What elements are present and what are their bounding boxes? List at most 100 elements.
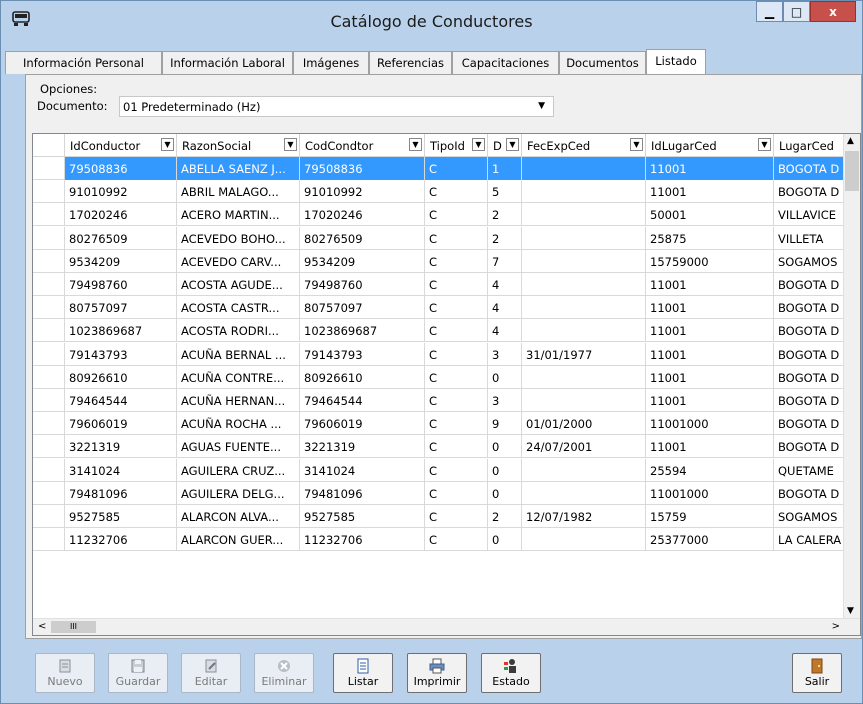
column-header[interactable]: IdLugarCed ▼: [646, 134, 774, 157]
table-cell[interactable]: 9527585: [300, 505, 425, 528]
filter-dropdown-icon[interactable]: ▼: [409, 138, 422, 151]
table-cell[interactable]: C: [425, 505, 488, 528]
row-header[interactable]: [33, 296, 65, 320]
table-cell[interactable]: ACOSTA CASTR...: [177, 296, 300, 320]
table-cell[interactable]: 9534209: [300, 249, 425, 273]
table-cell[interactable]: [522, 319, 646, 343]
table-cell[interactable]: 79606019: [65, 412, 177, 436]
table-cell[interactable]: 11001: [646, 435, 774, 459]
row-header[interactable]: [33, 412, 65, 436]
horizontal-scrollbar[interactable]: < III >: [33, 618, 860, 635]
table-cell[interactable]: 11001000: [646, 481, 774, 505]
table-row[interactable]: 79498760 ACOSTA AGUDE... 79498760 C 4 11001 BO…: [33, 273, 860, 296]
table-cell[interactable]: ACOSTA RODRI...: [177, 319, 300, 343]
table-cell[interactable]: ACUÑA HERNAN...: [177, 389, 300, 412]
table-cell[interactable]: 79481096: [65, 481, 177, 505]
table-cell[interactable]: 17020246: [65, 203, 177, 227]
table-cell[interactable]: 79498760: [65, 273, 177, 296]
table-cell[interactable]: 4: [488, 296, 522, 320]
table-cell[interactable]: 80757097: [65, 296, 177, 320]
row-header[interactable]: [33, 249, 65, 273]
table-cell[interactable]: 79481096: [300, 481, 425, 505]
table-cell[interactable]: 79464544: [300, 389, 425, 412]
table-cell[interactable]: [522, 296, 646, 320]
table-cell[interactable]: 80276509: [65, 226, 177, 250]
table-cell[interactable]: 91010992: [65, 180, 177, 204]
table-cell[interactable]: 25875: [646, 226, 774, 250]
tab-imagenes[interactable]: Imágenes: [293, 51, 369, 74]
table-cell[interactable]: 3221319: [300, 435, 425, 459]
row-header[interactable]: [33, 157, 65, 180]
table-cell[interactable]: 31/01/1977: [522, 342, 646, 366]
table-cell[interactable]: 01/01/2000: [522, 412, 646, 436]
table-cell[interactable]: 24/07/2001: [522, 435, 646, 459]
table-cell[interactable]: 15759: [646, 505, 774, 528]
table-cell[interactable]: C: [425, 203, 488, 227]
table-cell[interactable]: ACUÑA BERNAL ...: [177, 342, 300, 366]
row-header[interactable]: [33, 365, 65, 389]
table-cell[interactable]: C: [425, 528, 488, 552]
table-cell[interactable]: C: [425, 273, 488, 296]
table-cell[interactable]: ACEVEDO BOHO...: [177, 226, 300, 250]
row-header[interactable]: [33, 528, 65, 552]
table-cell[interactable]: C: [425, 342, 488, 366]
table-cell[interactable]: 11232706: [65, 528, 177, 552]
table-cell[interactable]: C: [425, 296, 488, 320]
close-button[interactable]: x: [810, 1, 856, 22]
row-header[interactable]: [33, 180, 65, 204]
table-cell[interactable]: 79508836: [300, 157, 425, 180]
table-cell[interactable]: 1023869687: [65, 319, 177, 343]
table-row[interactable]: 79464544 ACUÑA HERNAN... 79464544 C 3 11001 BO…: [33, 389, 860, 412]
table-cell[interactable]: C: [425, 365, 488, 389]
table-cell[interactable]: 2: [488, 226, 522, 250]
horizontal-scroll-thumb[interactable]: III: [51, 621, 96, 633]
table-cell[interactable]: [522, 273, 646, 296]
column-header[interactable]: RazonSocial ▼: [177, 134, 300, 157]
filter-dropdown-icon[interactable]: ▼: [284, 138, 297, 151]
table-cell[interactable]: ACERO MARTIN...: [177, 203, 300, 227]
tab-informacion-personal[interactable]: Información Personal: [5, 51, 162, 74]
table-cell[interactable]: ABRIL MALAGO...: [177, 180, 300, 204]
scroll-right-icon[interactable]: >: [832, 621, 840, 632]
table-row[interactable]: 9527585 ALARCON ALVA... 9527585 C 2 12/07/198…: [33, 505, 860, 528]
table-cell[interactable]: 11001: [646, 157, 774, 180]
table-cell[interactable]: [522, 481, 646, 505]
edit-button[interactable]: Editar: [181, 653, 241, 693]
table-cell[interactable]: 4: [488, 273, 522, 296]
table-cell[interactable]: 1023869687: [300, 319, 425, 343]
table-cell[interactable]: 3: [488, 342, 522, 366]
table-cell[interactable]: [522, 389, 646, 412]
table-cell[interactable]: ALARCON GUER...: [177, 528, 300, 552]
table-cell[interactable]: [522, 365, 646, 389]
table-row[interactable]: 3141024 AGUILERA CRUZ... 3141024 C 0 25594 QUE…: [33, 458, 860, 482]
status-button[interactable]: Estado: [481, 653, 541, 693]
table-cell[interactable]: 80926610: [300, 365, 425, 389]
tab-capacitaciones[interactable]: Capacitaciones: [452, 51, 559, 74]
table-cell[interactable]: [522, 226, 646, 250]
scroll-up-icon[interactable]: ▲: [847, 136, 854, 146]
table-cell[interactable]: 0: [488, 528, 522, 552]
table-row[interactable]: 79143793 ACUÑA BERNAL ... 79143793 C 3 31/01/…: [33, 342, 860, 366]
table-cell[interactable]: 80926610: [65, 365, 177, 389]
table-cell[interactable]: C: [425, 389, 488, 412]
table-cell[interactable]: ACOSTA AGUDE...: [177, 273, 300, 296]
table-cell[interactable]: C: [425, 157, 488, 180]
document-select[interactable]: 01 Predeterminado (Hz) ▼: [119, 96, 554, 117]
scroll-down-icon[interactable]: ▼: [847, 606, 854, 616]
row-header[interactable]: [33, 319, 65, 343]
table-row[interactable]: 79481096 AGUILERA DELG... 79481096 C 0 110010…: [33, 481, 860, 505]
delete-button[interactable]: Eliminar: [254, 653, 314, 693]
table-cell[interactable]: 0: [488, 365, 522, 389]
table-cell[interactable]: C: [425, 226, 488, 250]
maximize-button[interactable]: □: [783, 1, 810, 22]
table-cell[interactable]: 3221319: [65, 435, 177, 459]
table-cell[interactable]: ACUÑA ROCHA ...: [177, 412, 300, 436]
table-cell[interactable]: 7: [488, 249, 522, 273]
column-header[interactable]: CodCondtor ▼: [300, 134, 425, 157]
table-row[interactable]: 91010992 ABRIL MALAGO... 91010992 C 5 11001 BO…: [33, 180, 860, 204]
table-cell[interactable]: 80757097: [300, 296, 425, 320]
exit-button[interactable]: Salir: [792, 653, 842, 693]
filter-dropdown-icon[interactable]: ▼: [161, 138, 174, 151]
table-cell[interactable]: 5: [488, 180, 522, 204]
table-row[interactable]: 79606019 ACUÑA ROCHA ... 79606019 C 9 01/01/2…: [33, 412, 860, 436]
